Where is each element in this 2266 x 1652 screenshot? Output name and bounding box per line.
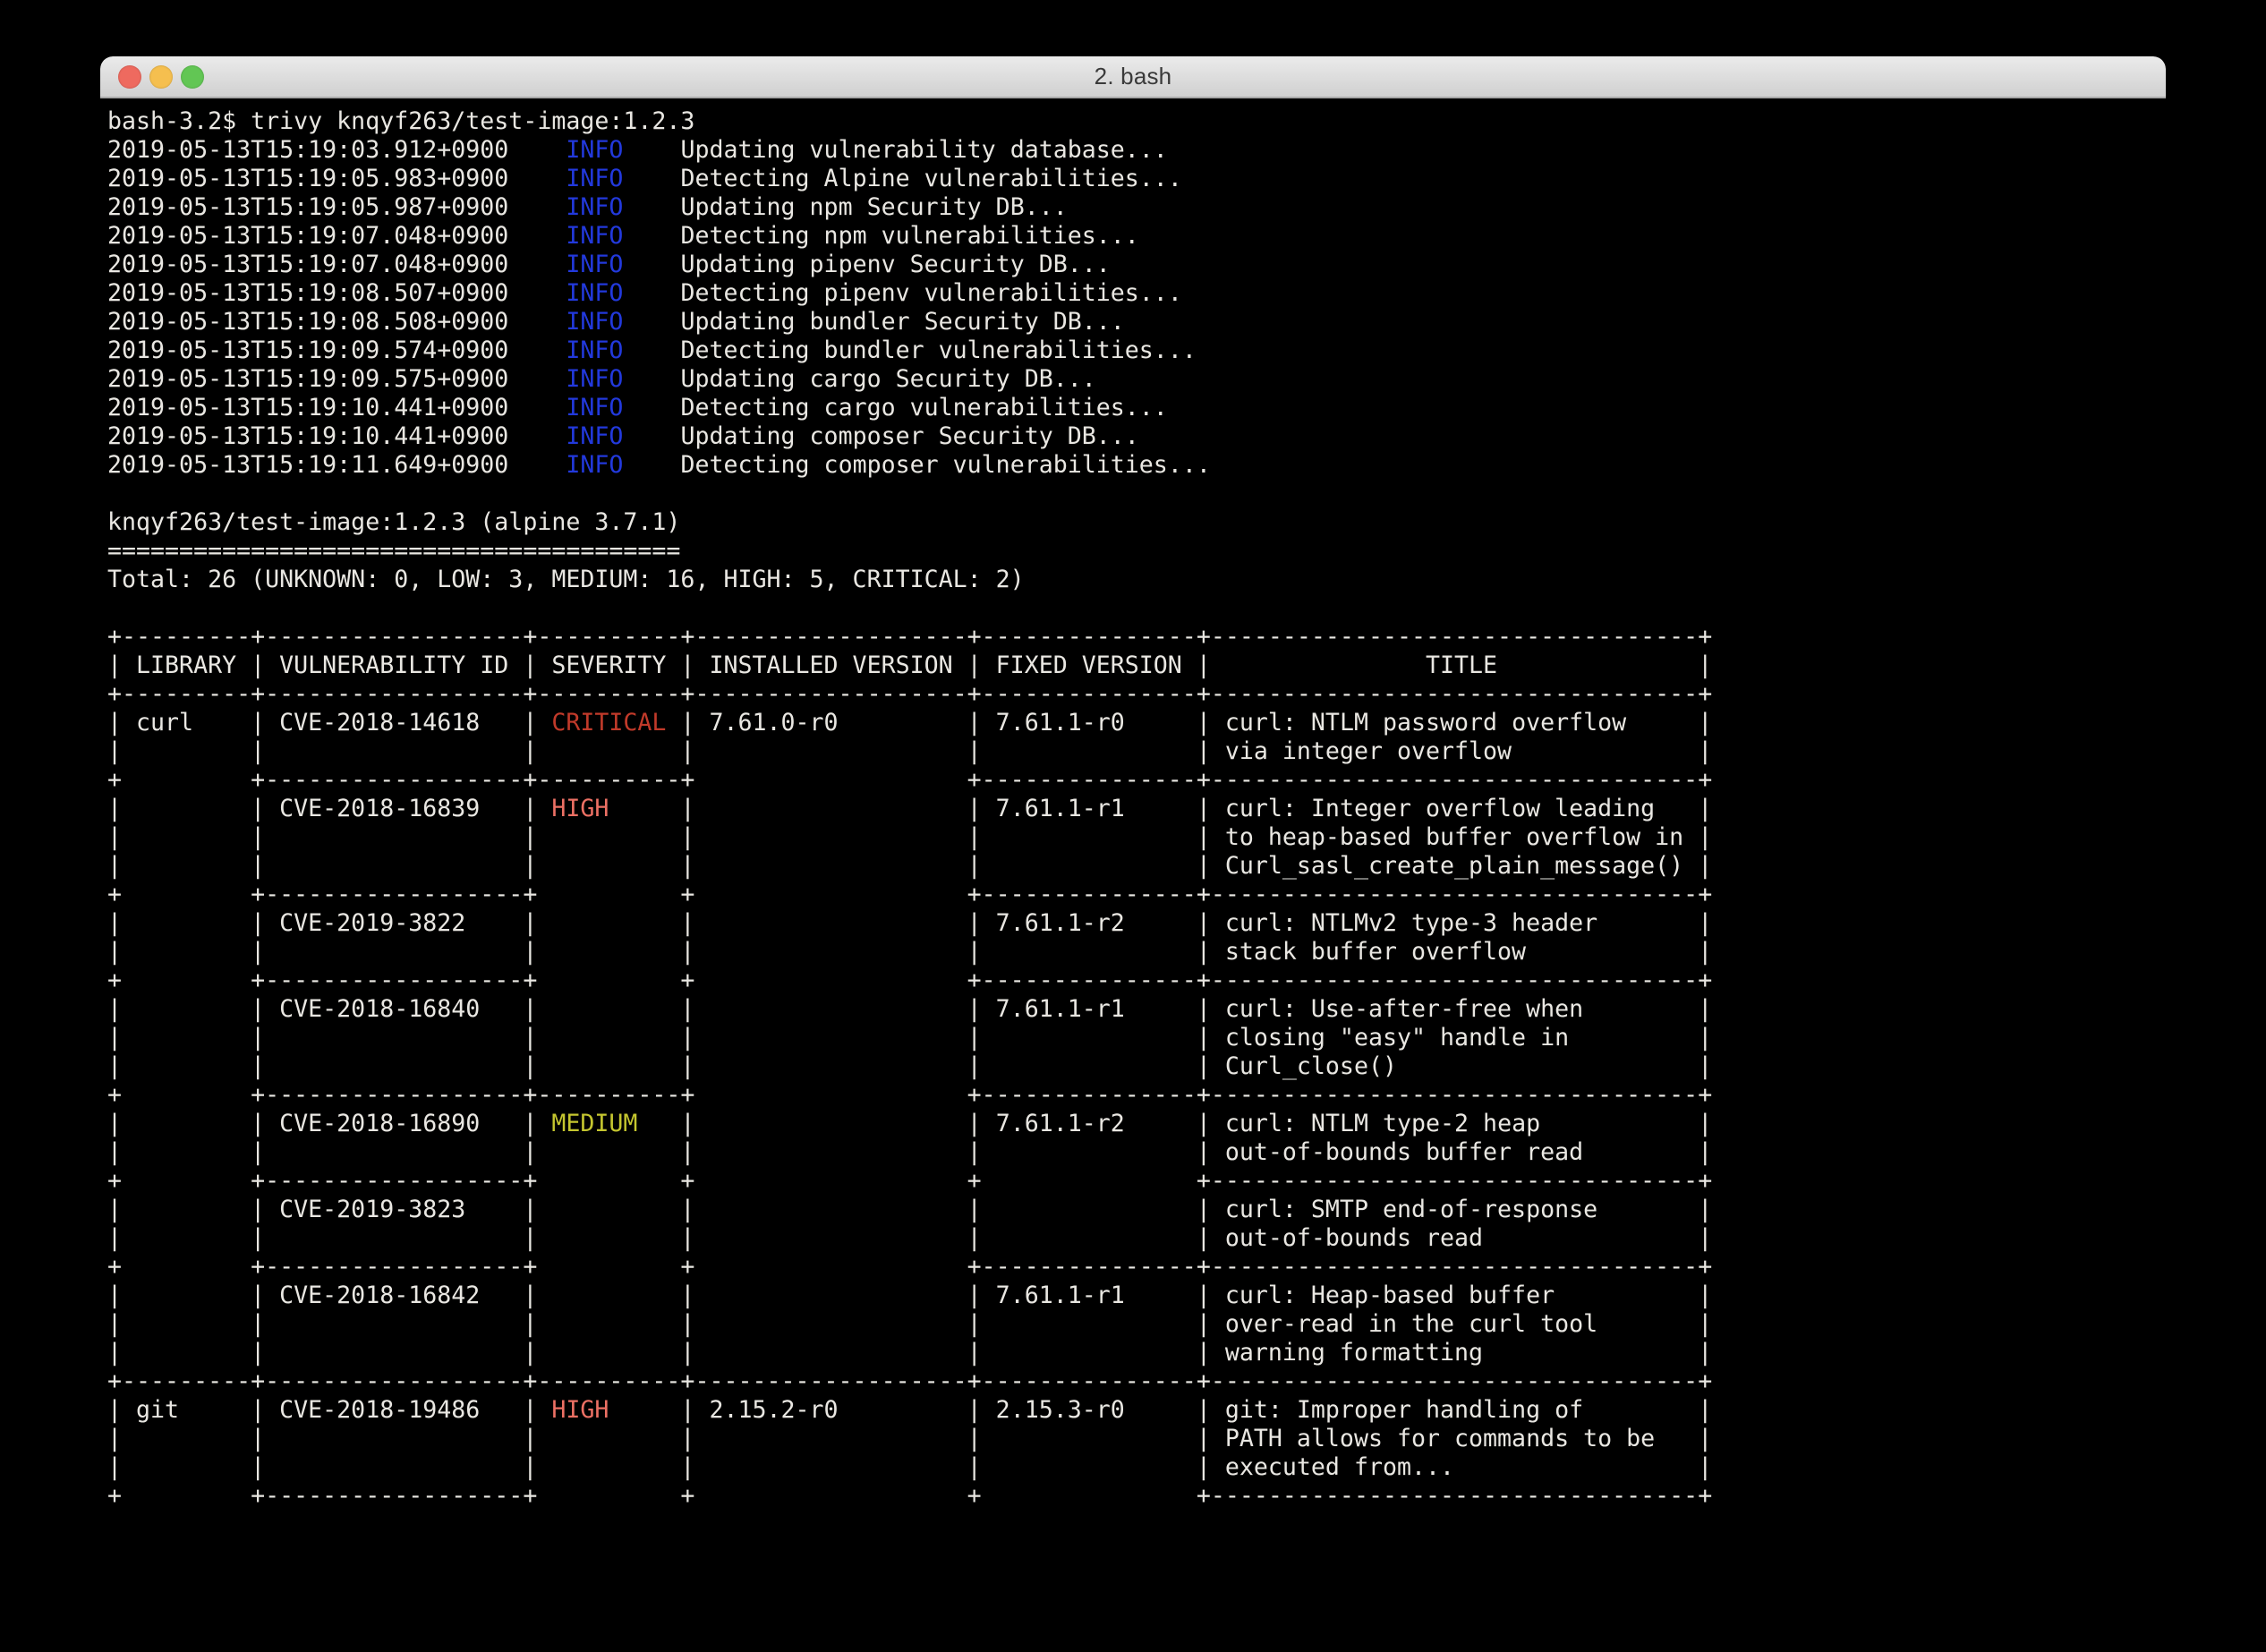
terminal-line: | | CVE-2019-3822 | | | 7.61.1-r2 | curl… [107,909,2166,938]
terminal-line: 2019-05-13T15:19:05.987+0900 INFO Updati… [107,193,2166,222]
terminal-line: 2019-05-13T15:19:10.441+0900 INFO Detect… [107,394,2166,422]
terminal-line: | | CVE-2019-3823 | | | | curl: SMTP end… [107,1196,2166,1224]
terminal-line: | | CVE-2018-16839 | HIGH | | 7.61.1-r1 … [107,795,2166,823]
close-button[interactable] [118,65,141,89]
terminal-line: | | | | | | Curl_sasl_create_plain_messa… [107,852,2166,881]
terminal-line: + +------------------+ + +--------------… [107,967,2166,995]
terminal-line: 2019-05-13T15:19:07.048+0900 INFO Detect… [107,222,2166,251]
traffic-lights [118,65,204,89]
terminal-line: 2019-05-13T15:19:07.048+0900 INFO Updati… [107,251,2166,279]
zoom-button[interactable] [181,65,204,89]
terminal-line: | | | | | | closing "easy" handle in | [107,1024,2166,1052]
terminal-line: | | | | | | stack buffer overflow | [107,938,2166,967]
terminal-line: | | CVE-2018-16890 | MEDIUM | | 7.61.1-r… [107,1110,2166,1138]
terminal-line: +---------+------------------+----------… [107,680,2166,709]
terminal-line: | | | | | | PATH allows for commands to … [107,1425,2166,1453]
terminal-line: | | CVE-2018-16842 | | | 7.61.1-r1 | cur… [107,1282,2166,1310]
minimize-button[interactable] [149,65,173,89]
terminal-line: | | | | | | Curl_close() | [107,1052,2166,1081]
terminal-line: 2019-05-13T15:19:09.574+0900 INFO Detect… [107,336,2166,365]
terminal-line: 2019-05-13T15:19:08.508+0900 INFO Updati… [107,308,2166,336]
terminal-line: + +------------------+ + +--------------… [107,1253,2166,1282]
terminal-line: 2019-05-13T15:19:11.649+0900 INFO Detect… [107,451,2166,480]
terminal-line: ======================================== [107,537,2166,566]
terminal-line: 2019-05-13T15:19:03.912+0900 INFO Updati… [107,136,2166,165]
terminal-line: | | | | | | executed from... | [107,1453,2166,1482]
terminal-line: | | | | | | warning formatting | [107,1339,2166,1367]
terminal-line [107,594,2166,623]
terminal-line: knqyf263/test-image:1.2.3 (alpine 3.7.1) [107,508,2166,537]
terminal-line: + +------------------+ + + +------------… [107,1482,2166,1511]
terminal-line: 2019-05-13T15:19:05.983+0900 INFO Detect… [107,165,2166,193]
terminal-line: + +------------------+ + + +------------… [107,1167,2166,1196]
terminal-line: 2019-05-13T15:19:08.507+0900 INFO Detect… [107,279,2166,308]
terminal-line: bash-3.2$ trivy knqyf263/test-image:1.2.… [107,107,2166,136]
terminal-window: 2. bash bash-3.2$ trivy knqyf263/test-im… [100,56,2166,1605]
terminal-line: + +------------------+----------+ +-----… [107,766,2166,795]
terminal-line: 2019-05-13T15:19:09.575+0900 INFO Updati… [107,365,2166,394]
terminal-line: | LIBRARY | VULNERABILITY ID | SEVERITY … [107,651,2166,680]
terminal-line: Total: 26 (UNKNOWN: 0, LOW: 3, MEDIUM: 1… [107,566,2166,594]
terminal-line: | | | | | | to heap-based buffer overflo… [107,823,2166,852]
terminal-line: 2019-05-13T15:19:10.441+0900 INFO Updati… [107,422,2166,451]
terminal-line: +---------+------------------+----------… [107,1367,2166,1396]
desktop-background: { "window": { "title": "2. bash", "title… [0,0,2266,1652]
terminal-line: | git | CVE-2018-19486 | HIGH | 2.15.2-r… [107,1396,2166,1425]
titlebar[interactable]: 2. bash [100,56,2166,98]
terminal-line: +---------+------------------+----------… [107,623,2166,651]
terminal-output[interactable]: bash-3.2$ trivy knqyf263/test-image:1.2.… [100,98,2166,1511]
terminal-line: | curl | CVE-2018-14618 | CRITICAL | 7.6… [107,709,2166,737]
window-title: 2. bash [1095,63,1172,90]
terminal-line: | | CVE-2018-16840 | | | 7.61.1-r1 | cur… [107,995,2166,1024]
terminal-line [107,480,2166,508]
terminal-line: | | | | | | out-of-bounds buffer read | [107,1138,2166,1167]
terminal-line: + +------------------+ + +--------------… [107,881,2166,909]
terminal-line: | | | | | | over-read in the curl tool | [107,1310,2166,1339]
terminal-line: | | | | | | via integer overflow | [107,737,2166,766]
terminal-line: | | | | | | out-of-bounds read | [107,1224,2166,1253]
terminal-line: + +------------------+----------+ +-----… [107,1081,2166,1110]
